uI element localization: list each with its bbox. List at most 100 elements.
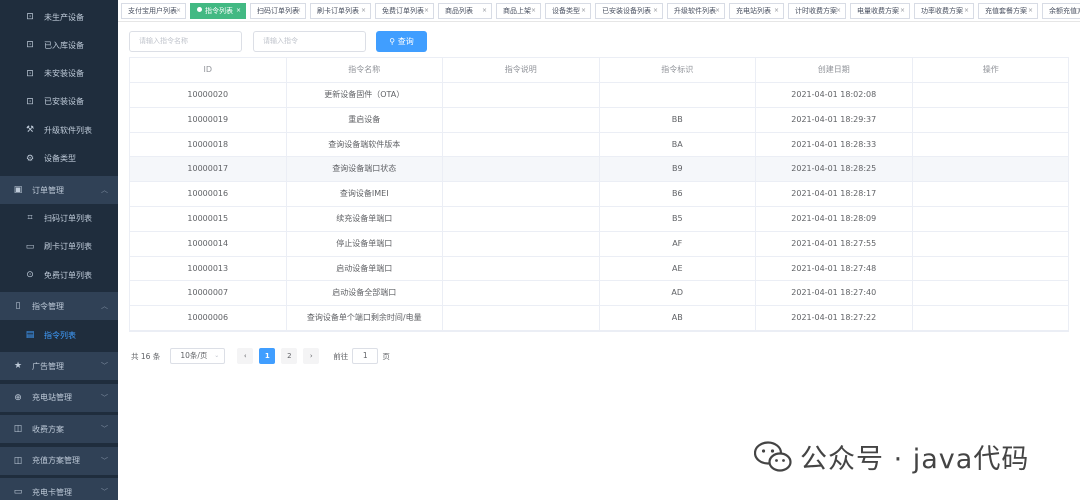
lock-icon: ⊡ [26, 40, 34, 51]
sidebar-item-2[interactable]: ⊡ 未安装设备 [0, 62, 118, 85]
goto-page-input[interactable]: 1 [352, 348, 379, 364]
table-row[interactable]: 10000019 重启设备 BB 2021-04-01 18:29:37 [130, 107, 1068, 133]
sidebar-order-item-2-label: 免费订单列表 [44, 270, 92, 280]
table-cell [443, 256, 600, 281]
table-cell: 重启设备 [287, 107, 443, 132]
close-icon[interactable]: × [296, 4, 301, 18]
table-row[interactable]: 10000007 启动设备全部端口 AD 2021-04-01 18:27:40 [130, 281, 1070, 307]
tab-11[interactable]: 计时收费方案 × [788, 3, 846, 19]
card-icon: ▭ [13, 487, 23, 497]
table-cell [443, 83, 600, 107]
table-cell [443, 132, 600, 157]
page-button-1[interactable]: 1 [259, 348, 276, 364]
sidebar-item-1[interactable]: ⊡ 已入库设备 [0, 34, 118, 57]
sidebar-order-item-1[interactable]: ▭ 刷卡订单列表 [0, 235, 118, 258]
sidebar-group-3[interactable]: ◫ 充值方案管理 ﹀ [0, 446, 118, 475]
tab-label: 功率收费方案 [921, 7, 963, 15]
table-row[interactable]: 10000006 查询设备单个端口剩余时间/电量 AB 2021-04-01 18:2… [130, 306, 1068, 331]
prev-page-button[interactable]: ‹ [237, 348, 254, 364]
close-icon[interactable]: × [361, 4, 366, 18]
sidebar-group-commands[interactable]: ▯ 指令管理 ︿ [0, 292, 118, 320]
table-cell: AE [600, 256, 756, 281]
sidebar-group-4[interactable]: ▭ 充电卡管理 ﹀ [0, 478, 118, 500]
chevron-down-icon: ﹀ [101, 362, 108, 370]
close-icon[interactable]: × [774, 4, 779, 18]
sidebar-group-orders[interactable]: ▣ 订单管理 ︿ [0, 176, 118, 204]
close-icon[interactable]: × [176, 4, 181, 18]
chevron-up-icon: ︿ [101, 302, 108, 310]
close-icon[interactable]: × [1028, 4, 1033, 18]
close-icon[interactable]: × [236, 4, 241, 18]
table-cell [443, 206, 600, 231]
sidebar-order-item-0[interactable]: ⌗ 扫码订单列表 [0, 207, 118, 229]
close-icon[interactable]: × [482, 4, 487, 18]
tab-13[interactable]: 功率收费方案 × [914, 3, 974, 19]
close-icon[interactable]: × [653, 4, 658, 18]
table-row[interactable]: 10000015 续充设备单端口 B5 2021-04-01 18:28:09 [130, 206, 1070, 232]
tab-4[interactable]: 免费订单列表 × [375, 3, 434, 19]
query-button[interactable]: ⚲ 查询 [376, 31, 427, 52]
pagination: 共 16 条 10条/页 ⌄ ‹ 12 › 前往 1 页 [131, 348, 390, 364]
table-row[interactable]: 10000013 启动设备单端口 AE 2021-04-01 18:27:48 [130, 256, 1070, 282]
table-row[interactable]: 10000018 查询设备端软件版本 BA 2021-04-01 18:28:33 [130, 132, 1068, 158]
close-icon[interactable]: × [964, 4, 969, 18]
tab-9[interactable]: 升级软件列表 × [667, 3, 725, 19]
tab-5[interactable]: 商品列表 × [438, 3, 492, 19]
tab-label: 商品上架 [503, 7, 531, 15]
table-cell: B6 [600, 182, 756, 206]
tab-10[interactable]: 充电站列表 × [729, 3, 784, 19]
sidebar-group-1[interactable]: ⊕ 充电站管理 ﹀ [0, 383, 118, 412]
sidebar-item-0[interactable]: ⊡ 未生产设备 [0, 6, 118, 28]
table-cell: 启动设备单端口 [287, 256, 443, 281]
tab-8[interactable]: 已安装设备列表 × [595, 3, 663, 19]
next-page-button[interactable]: › [303, 348, 320, 364]
table-cell: 10000013 [130, 256, 287, 281]
table-row[interactable]: 10000020 更新设备固件（OTA） 2021-04-01 18:02:08 [130, 83, 1068, 108]
table-row[interactable]: 10000016 查询设备IMEI B6 2021-04-01 18:28:17 [130, 182, 1068, 207]
lock-icon: ⊡ [26, 12, 34, 22]
table-cell: 2021-04-01 18:27:55 [756, 231, 913, 256]
table-cell: 2021-04-01 18:27:40 [756, 281, 913, 306]
tab-label: 设备类型 [552, 7, 580, 15]
sidebar-cmd-item-0[interactable]: ▤ 指令列表 [0, 324, 118, 346]
sidebar-item-2-label: 未安装设备 [44, 69, 84, 79]
page-size-select[interactable]: 10条/页 ⌄ [170, 348, 226, 364]
table-cell [913, 281, 1070, 305]
page-button-2[interactable]: 2 [281, 348, 298, 364]
close-icon[interactable]: × [836, 4, 841, 18]
tab-3[interactable]: 刷卡订单列表 × [310, 3, 371, 19]
close-icon[interactable]: × [581, 4, 586, 18]
close-icon[interactable]: × [900, 4, 905, 18]
command-code-input[interactable]: 请输入指令 [253, 31, 366, 52]
table-row[interactable]: 10000017 查询设备端口状态 B9 2021-04-01 18:28:25 [130, 157, 1068, 183]
table-row[interactable]: 10000014 停止设备单端口 AF 2021-04-01 18:27:55 [130, 231, 1068, 257]
table-cell: 更新设备固件（OTA） [287, 83, 443, 107]
sidebar-item-5[interactable]: ⚙ 设备类型 [0, 147, 118, 170]
close-icon[interactable]: × [424, 4, 429, 18]
sidebar-order-item-2[interactable]: ⊙ 免费订单列表 [0, 264, 118, 287]
table-cell [913, 257, 1070, 281]
lock-icon: ⊡ [26, 68, 34, 79]
tab-0[interactable]: 支付宝用户列表 × [121, 3, 186, 19]
tab-7[interactable]: 设备类型 × [545, 3, 591, 19]
chevron-up-icon: ︿ [101, 186, 108, 194]
tab-2[interactable]: 扫码订单列表 × [250, 3, 306, 19]
total-count: 共 16 条 [131, 351, 161, 361]
table-cell: AD [600, 281, 756, 306]
close-icon[interactable]: × [531, 4, 536, 18]
command-name-input[interactable]: 请输入指令名称 [129, 31, 242, 52]
sidebar-group-0[interactable]: ★ 广告管理 ﹀ [0, 352, 118, 380]
tab-1[interactable]: 指令列表 × [190, 3, 246, 19]
table-cell [913, 207, 1070, 231]
tab-14[interactable]: 充值套餐方案 × [978, 3, 1038, 19]
tab-label: 余额充值方 [1049, 7, 1080, 15]
tab-15[interactable]: 余额充值方× [1042, 3, 1080, 19]
tab-6[interactable]: 商品上架 × [496, 3, 541, 19]
sidebar-group-orders-label: 订单管理 [32, 185, 64, 195]
tab-12[interactable]: 电量收费方案 × [850, 3, 910, 19]
sidebar-item-3[interactable]: ⊡ 已安装设备 [0, 90, 118, 113]
sidebar-group-2[interactable]: ◫ 收费方案 ﹀ [0, 415, 118, 443]
table-cell: B5 [600, 206, 756, 231]
close-icon[interactable]: × [715, 4, 720, 18]
sidebar-item-4[interactable]: ⚒ 升级软件列表 [0, 119, 118, 142]
